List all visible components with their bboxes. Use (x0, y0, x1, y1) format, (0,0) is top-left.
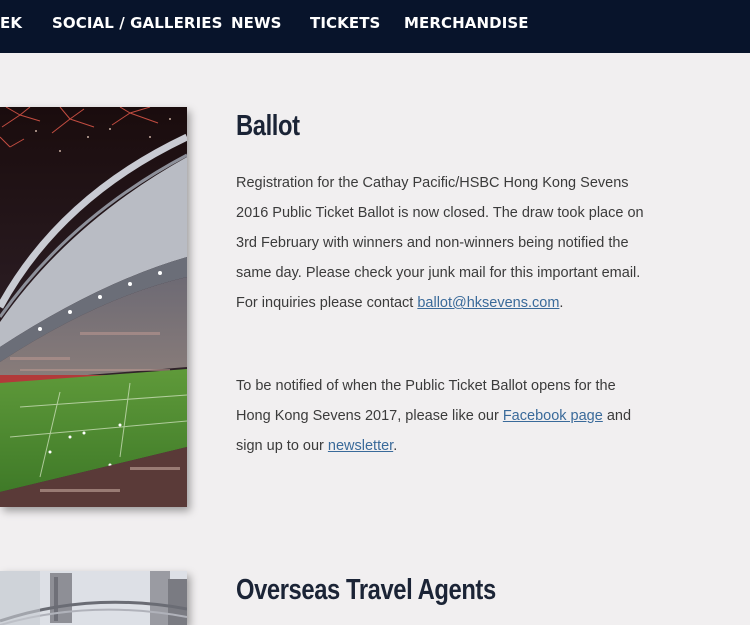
ballot-heading: Ballot (236, 110, 300, 142)
ballot-paragraph-2: To be notified of when the Public Ticket… (236, 371, 651, 461)
nav-item-news[interactable]: NEWS (231, 14, 282, 32)
overseas-travel-agents-heading: Overseas Travel Agents (236, 574, 496, 606)
stadium-fireworks-photo (0, 107, 187, 507)
ballot-paragraph-1-text: Registration for the Cathay Pacific/HSBC… (236, 175, 644, 311)
nav-item-week[interactable]: EK (0, 14, 22, 32)
top-nav: EK SOCIAL / GALLERIES NEWS TICKETS MERCH… (0, 0, 750, 53)
ballot-paragraph-1: Registration for the Cathay Pacific/HSBC… (236, 168, 651, 318)
nav-item-merchandise[interactable]: MERCHANDISE (404, 14, 529, 32)
newsletter-link[interactable]: newsletter (328, 438, 393, 454)
ballot-paragraph-1-end: . (559, 295, 564, 311)
overseas-stadium-image (0, 571, 187, 625)
ballot-stadium-image (0, 107, 187, 507)
nav-item-tickets[interactable]: TICKETS (310, 14, 380, 32)
stadium-daytime-photo (0, 571, 187, 625)
ballot-paragraph-2-end: . (393, 438, 398, 454)
nav-item-social-galleries[interactable]: SOCIAL / GALLERIES (52, 14, 223, 32)
facebook-page-link[interactable]: Facebook page (503, 408, 603, 424)
ballot-email-link[interactable]: ballot@hksevens.com (417, 295, 559, 311)
